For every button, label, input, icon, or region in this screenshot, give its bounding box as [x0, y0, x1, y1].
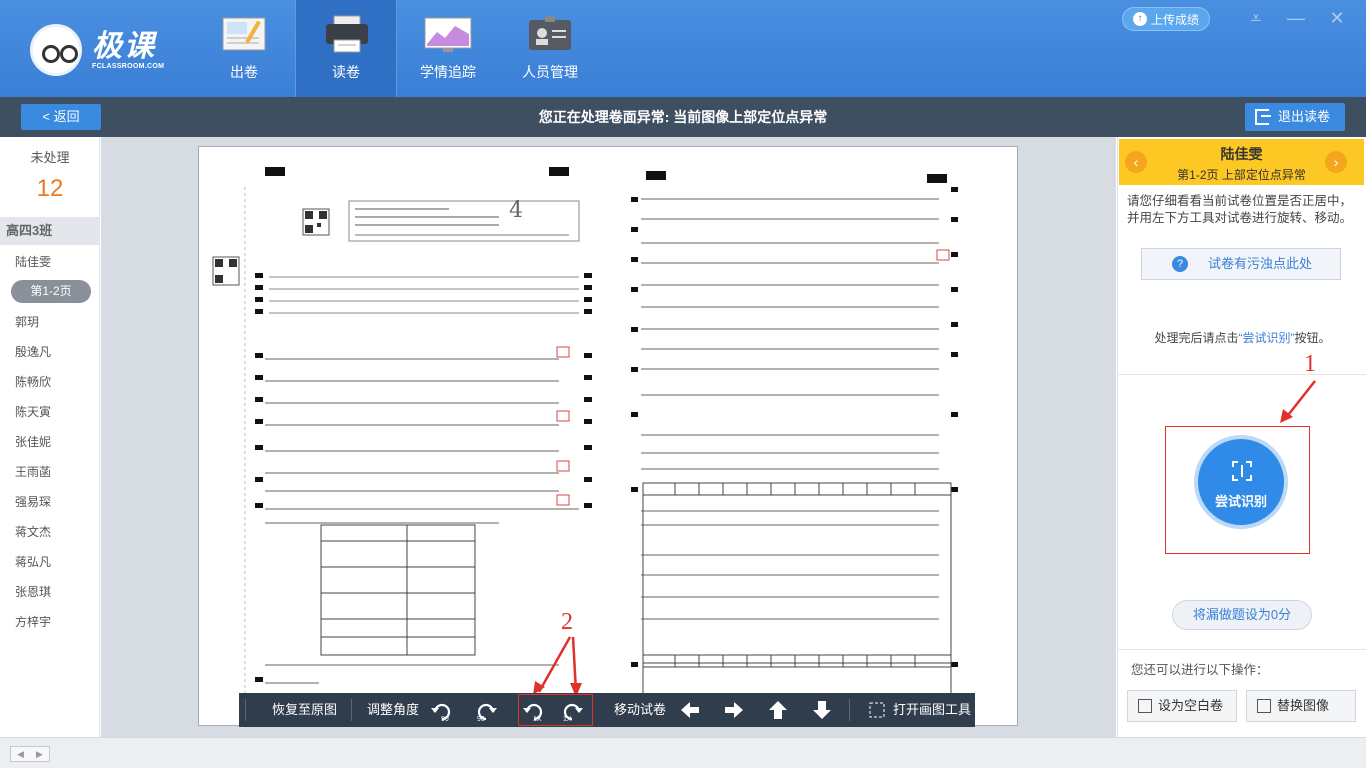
blank-paper-icon	[1138, 699, 1152, 713]
student-item[interactable]: 方梓宇	[0, 607, 100, 637]
logo-mascot-icon	[30, 24, 82, 76]
replace-image-label: 替换图像	[1277, 698, 1330, 713]
svg-text:90: 90	[477, 716, 485, 722]
collapse-icon[interactable]: ⩡	[1246, 8, 1266, 28]
nav-label: 人员管理	[522, 64, 578, 80]
exit-reading-button[interactable]: 退出读卷	[1245, 103, 1345, 131]
student-item[interactable]: 陆佳雯	[0, 247, 100, 277]
move-right-icon[interactable]	[723, 700, 745, 720]
scanned-exam-image[interactable]: 4	[198, 146, 1018, 726]
next-student-icon[interactable]: ›	[1325, 151, 1347, 173]
rotate-clockwise-90-icon[interactable]: 90	[429, 698, 455, 722]
rotate-counterclockwise-1-icon[interactable]: 1X	[559, 698, 585, 722]
annotation-arrow-1	[1280, 380, 1316, 423]
page-title: 您正在处理卷面异常: 当前图像上部定位点异常	[538, 109, 828, 125]
try-recognize-label: 尝试识别	[1214, 494, 1267, 509]
logo-subtext: FCLASSROOM.COM	[92, 62, 165, 70]
adjust-angle-label: 调整角度	[367, 702, 420, 717]
set-blank-button[interactable]: 设为空白卷	[1127, 690, 1237, 722]
nav-item-renyuan[interactable]: 人员管理	[499, 0, 601, 97]
pending-label: 未处理	[30, 150, 70, 165]
student-item[interactable]: 张佳妮	[0, 427, 100, 457]
restore-original-button[interactable]: 恢复至原图	[272, 693, 337, 727]
scroll-right-icon[interactable]: ▶	[30, 747, 49, 761]
image-toolbar: 恢复至原图 调整角度 90 90 1X 1X 移动试卷 打开画图工具	[239, 693, 975, 727]
svg-text:4: 4	[509, 198, 523, 223]
student-item[interactable]: 王雨菡	[0, 457, 100, 487]
annotation-number-2: 2	[561, 609, 573, 635]
student-status-header: ‹ 陆佳雯 第1-2页 上部定位点异常 ›	[1119, 139, 1364, 185]
dirty-paper-button[interactable]: ? 试卷有污浊点此处	[1141, 248, 1341, 280]
scroll-left-icon[interactable]: ◀	[11, 747, 30, 761]
exam-image-viewer: 4 恢复至原图 调整角度 90 90 1X 1X 移动试卷 打开画图工具 2	[101, 137, 1116, 737]
student-item[interactable]: 强易琛	[0, 487, 100, 517]
nav-item-chujuan[interactable]: 出卷	[193, 0, 295, 97]
logo-text: 极课	[92, 29, 156, 63]
right-panel: ‹ 陆佳雯 第1-2页 上部定位点异常 › 请您仔细看看当前试卷位置是否正居中，…	[1117, 137, 1366, 737]
draw-tool-icon	[869, 702, 885, 718]
app-logo: 极课 FCLASSROOM.COM	[30, 24, 180, 76]
close-icon[interactable]: ✕	[1327, 8, 1347, 28]
set-blank-label: 设为空白卷	[1158, 698, 1224, 713]
printer-icon	[326, 15, 368, 53]
nav-item-dujuan[interactable]: 读卷	[295, 0, 397, 97]
nav-label: 学情追踪	[420, 64, 476, 80]
upload-score-label: 上传成绩	[1150, 12, 1199, 27]
student-item[interactable]: 蒋弘凡	[0, 547, 100, 577]
recognize-hint: 处理完后请点击“尝试识别”按钮。	[1154, 331, 1331, 345]
exit-icon	[1255, 109, 1271, 125]
move-down-icon[interactable]	[811, 700, 833, 720]
instruction-text: 请您仔细看看当前试卷位置是否正居中，并用左下方工具对试卷进行旋转、移动。	[1127, 194, 1353, 225]
pending-count: 12	[36, 175, 64, 202]
rotate-counterclockwise-90-icon[interactable]: 90	[473, 698, 499, 722]
student-sidebar: 未处理 12 高四3班 陆佳雯 第1-2页 郭玥 殷逸凡 陈畅欣 陈天寅 张佳妮 王雨菡强…	[0, 137, 100, 737]
move-paper-label: 移动试卷	[614, 702, 667, 717]
class-name[interactable]: 高四3班	[0, 217, 100, 245]
student-item[interactable]: 蒋文杰	[0, 517, 100, 547]
exam-scan-drawing: 4	[212, 167, 958, 725]
divider	[1118, 649, 1366, 650]
nav-item-xueqing[interactable]: 学情追踪	[397, 0, 499, 97]
question-icon: ?	[1172, 256, 1188, 272]
exit-reading-label: 退出读卷	[1278, 109, 1331, 124]
move-left-icon[interactable]	[679, 700, 701, 720]
student-item[interactable]: 陈天寅	[0, 397, 100, 427]
svg-text:1X: 1X	[533, 716, 542, 722]
nav-label: 出卷	[230, 64, 258, 80]
student-item[interactable]: 陈畅欣	[0, 367, 100, 397]
nav-label: 读卷	[332, 64, 360, 80]
try-recognize-button[interactable]: 尝试识别	[1194, 435, 1288, 529]
back-button[interactable]: < 返回	[21, 104, 101, 130]
top-header: 极课 FCLASSROOM.COM 出卷 读卷 学情追踪 人员管理 ↑ 上传成绩…	[0, 0, 1366, 97]
status-bar: ◀ ▶	[0, 737, 1366, 768]
id-card-icon	[529, 16, 571, 50]
annotation-number-1: 1	[1304, 351, 1316, 377]
rotate-clockwise-1-icon[interactable]: 1X	[521, 698, 547, 722]
exam-paper-icon	[222, 17, 266, 51]
more-actions-label: 您还可以进行以下操作：	[1131, 663, 1269, 677]
horizontal-scroll-control[interactable]: ◀ ▶	[10, 746, 50, 762]
sub-header: 您正在处理卷面异常: 当前图像上部定位点异常 < 返回 退出读卷	[0, 97, 1366, 137]
dirty-paper-label: 试卷有污浊点此处	[1208, 256, 1313, 271]
move-up-icon[interactable]	[767, 700, 789, 720]
replace-image-icon	[1257, 699, 1271, 713]
student-item[interactable]: 郭玥	[0, 307, 100, 337]
student-item[interactable]: 张恩琪	[0, 577, 100, 607]
svg-text:90: 90	[441, 716, 449, 722]
set-missing-zero-button[interactable]: 将漏做题设为0分	[1172, 600, 1312, 630]
divider	[1118, 374, 1366, 375]
chart-monitor-icon	[424, 17, 472, 52]
scan-icon	[1232, 461, 1252, 481]
upload-arrow-icon: ↑	[1132, 12, 1147, 26]
selected-page-pill[interactable]: 第1-2页	[11, 280, 91, 303]
open-draw-tool-button[interactable]: 打开画图工具	[893, 693, 971, 727]
replace-image-button[interactable]: 替换图像	[1246, 690, 1356, 722]
upload-score-button[interactable]: ↑ 上传成绩	[1122, 7, 1210, 31]
svg-text:1X: 1X	[563, 716, 572, 722]
student-item[interactable]: 殷逸凡	[0, 337, 100, 367]
minimize-icon[interactable]: —	[1286, 8, 1306, 28]
